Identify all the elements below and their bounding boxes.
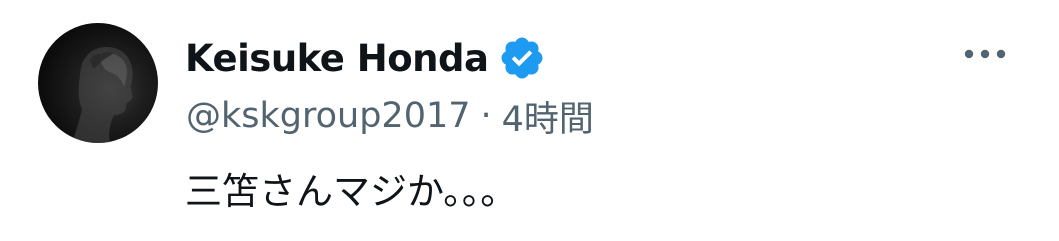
more-horizontal-icon xyxy=(964,49,1006,59)
verified-badge-icon xyxy=(498,34,546,82)
tweet-text: 三笘さんマジか。。。 xyxy=(185,170,518,213)
author-name-row: Keisuke Honda xyxy=(185,31,546,85)
avatar-photo xyxy=(72,46,133,143)
user-handle[interactable]: @ksk­group2017 xyxy=(186,96,471,136)
tweet-meta: @ksk­group2017 · 4時間 xyxy=(186,91,594,141)
meta-separator: · xyxy=(480,96,492,136)
timestamp-link[interactable]: 4時間 xyxy=(502,91,594,142)
avatar[interactable] xyxy=(38,23,158,143)
display-name[interactable]: Keisuke Honda xyxy=(185,37,489,80)
more-options-button[interactable] xyxy=(955,36,1015,72)
tweet[interactable]: Keisuke Honda @ksk­group2017 · 4時間 三笘さんマ… xyxy=(0,0,1059,241)
